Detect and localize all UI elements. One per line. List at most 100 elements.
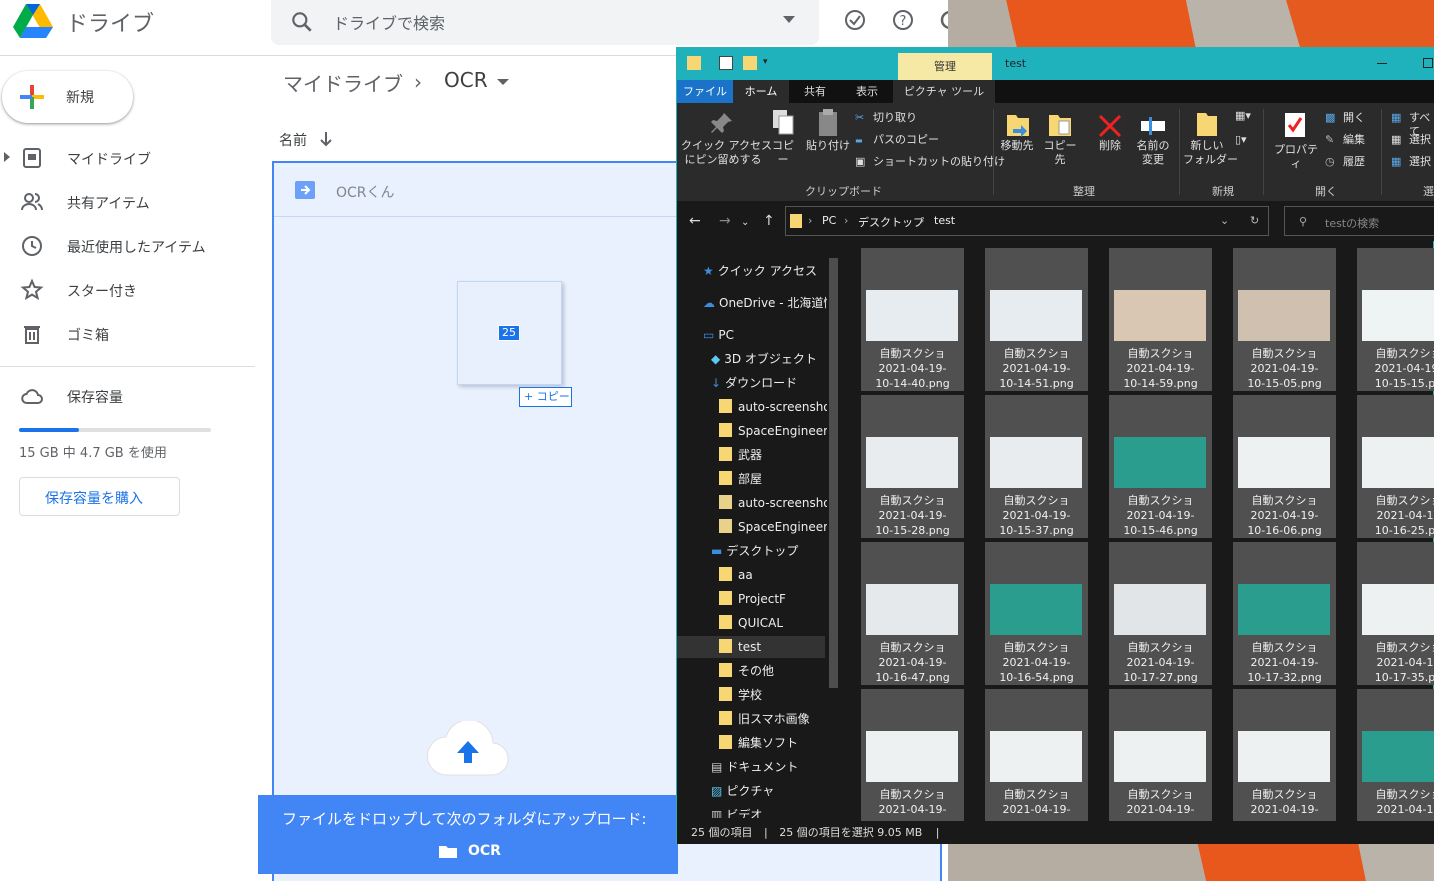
tree-item-documents[interactable]: ▤ ドキュメント (711, 756, 798, 778)
tree-item-selected-folder[interactable]: test (677, 636, 825, 658)
search-input[interactable]: ドライブで検索 (333, 10, 445, 34)
file-thumbnail-tile[interactable]: 自動スクショ 2021-04-19- 10-16-06.png (1233, 395, 1336, 538)
new-item-icon[interactable]: ▦▾ (1235, 109, 1251, 123)
tab-share[interactable]: 共有 (789, 80, 841, 103)
edit-button[interactable]: 編集 (1343, 133, 1365, 147)
path-segment-pc[interactable]: PC (822, 214, 836, 227)
up-arrow-icon[interactable]: ↑ (763, 213, 775, 229)
search-options-icon[interactable] (783, 16, 795, 23)
search-icon[interactable] (289, 9, 315, 35)
tab-view[interactable]: 表示 (841, 80, 893, 103)
help-icon[interactable]: ? (891, 8, 915, 32)
expand-caret-icon[interactable] (4, 152, 10, 162)
easy-access-icon[interactable]: ▯▾ (1235, 133, 1247, 147)
tree-item-folder[interactable]: 編集ソフト (719, 732, 798, 754)
tree-item-pictures[interactable]: ▨ ピクチャ (711, 780, 774, 802)
tree-item-onedrive[interactable]: ☁ OneDrive - 北海道情 (703, 292, 835, 314)
tree-item-zip[interactable]: SpaceEngineersT (719, 516, 841, 538)
tree-item-folder[interactable]: その他 (719, 660, 774, 682)
folder-menu-dropdown-icon[interactable] (497, 79, 509, 85)
history-button[interactable]: 履歴 (1343, 155, 1365, 169)
sort-arrow-down-icon[interactable] (318, 130, 334, 148)
tree-item-folder[interactable]: QUICAL (719, 612, 783, 634)
file-thumbnail-tile[interactable]: 自動スクショ 2021-04-19- 10-14-40.png (861, 248, 964, 391)
breadcrumb-my-drive[interactable]: マイドライブ (283, 68, 403, 97)
nav-shared[interactable]: 共有アイテム (0, 182, 255, 222)
tree-item-folder[interactable]: 武器 (719, 444, 762, 466)
file-thumbnail-tile[interactable]: 自動スクショ 2021-04-19- 10-15-15.pn (1357, 248, 1434, 391)
move-to-button[interactable]: 移動先 (997, 139, 1037, 153)
cut-button[interactable]: 切り取り (873, 111, 917, 125)
copy-button[interactable]: コピー (767, 139, 799, 167)
refresh-icon[interactable]: ↻ (1250, 214, 1259, 227)
file-thumbnail-tile[interactable]: 自動スクショ 2021-04-19- (861, 689, 964, 821)
quick-access-dropdown-icon[interactable]: ▾ (763, 57, 771, 71)
rename-button[interactable]: 名前の 変更 (1131, 139, 1175, 167)
file-thumbnail-tile[interactable]: 自動スクショ 2021-04-19- 10-17-27.png (1109, 542, 1212, 685)
tab-picture-tools[interactable]: ピクチャ ツール (893, 80, 995, 103)
breadcrumb-current-folder[interactable]: OCR (444, 68, 488, 92)
tree-item-3d-objects[interactable]: ◆ 3D オブジェクト (711, 348, 817, 370)
buy-storage-button[interactable]: 保存容量を購入 (19, 477, 180, 516)
back-arrow-icon[interactable]: ← (689, 213, 701, 229)
new-folder-button[interactable]: 新しい フォルダー (1183, 139, 1238, 167)
tab-manage[interactable]: 管理 (898, 53, 992, 80)
properties-button[interactable]: プロパティ (1273, 143, 1319, 171)
open-button[interactable]: 開く (1343, 111, 1365, 125)
file-thumbnail-tile[interactable]: 自動スクショ 2021-04-19 10-17-35.pn (1357, 542, 1434, 685)
tab-home[interactable]: ホーム (733, 80, 789, 103)
file-thumbnail-tile[interactable]: 自動スクショ 2021-04-19- (1109, 689, 1212, 821)
tree-item-folder[interactable]: SpaceEngineersT (719, 420, 841, 442)
file-thumbnail-tile[interactable]: 自動スクショ 2021-04-19 10-16-25.pn (1357, 395, 1434, 538)
tree-item-folder[interactable]: 部屋 (719, 468, 762, 490)
drive-logo-icon[interactable] (12, 2, 54, 40)
file-thumbnail-tile[interactable]: 自動スクショ 2021-04-19- 10-14-59.png (1109, 248, 1212, 391)
tab-file[interactable]: ファイル (677, 80, 733, 103)
file-thumbnail-tile[interactable]: 自動スクショ 2021-04-19- 10-15-28.png (861, 395, 964, 538)
minimize-button[interactable] (1377, 63, 1387, 64)
nav-recent[interactable]: 最近使用したアイテム (0, 226, 255, 266)
tree-item-quick-access[interactable]: ★ クイック アクセス (703, 260, 817, 282)
file-thumbnail-tile[interactable]: 自動スクショ 2021-04-19- 10-16-47.png (861, 542, 964, 685)
file-thumbnail-tile[interactable]: 自動スクショ 2021-04-19- 10-16-54.png (985, 542, 1088, 685)
tree-item-folder[interactable]: aa (719, 564, 753, 586)
column-header-name[interactable]: 名前 (279, 130, 307, 150)
tree-item-folder[interactable]: 学校 (719, 684, 762, 706)
file-thumbnail-tile[interactable]: 自動スクショ 2021-04-19- 10-15-46.png (1109, 395, 1212, 538)
paste-shortcut-button[interactable]: ショートカットの貼り付け (873, 155, 1005, 169)
search-bar[interactable]: ドライブで検索 (271, 0, 819, 45)
forward-arrow-icon[interactable]: → (719, 213, 731, 229)
tree-item-folder[interactable]: auto-screenshot (719, 396, 835, 418)
copy-to-button[interactable]: コピー先 (1039, 139, 1081, 167)
path-segment-desktop[interactable]: デスクトップ (858, 214, 924, 230)
tree-item-videos[interactable]: ▥ ビデオ (711, 804, 762, 818)
explorer-titlebar[interactable]: ▾ 管理 test (677, 48, 1434, 80)
copy-path-button[interactable]: パスのコピー (873, 133, 939, 147)
file-thumbnail-tile[interactable]: 自動スクショ 2021-04-19- (1233, 689, 1336, 821)
maximize-button[interactable] (1423, 58, 1433, 68)
explorer-search-input[interactable]: ⚲ testの検索 (1284, 206, 1434, 236)
nav-starred[interactable]: スター付き (0, 270, 255, 310)
file-thumbnail-tile[interactable]: 自動スクショ 2021-04-19- 10-15-37.png (985, 395, 1088, 538)
new-folder-quick-icon[interactable] (743, 56, 757, 70)
tree-item-downloads[interactable]: ↓ ダウンロード (711, 372, 797, 394)
tree-item-folder[interactable]: ProjectF (719, 588, 786, 610)
paste-button[interactable]: 貼り付け (805, 139, 851, 153)
offline-check-icon[interactable] (843, 8, 867, 32)
file-thumbnail-tile[interactable]: 自動スクショ 2021-04-19- 10-14-51.png (985, 248, 1088, 391)
file-thumbnail-tile[interactable]: 自動スクショ 2021-04-19- 10-17-32.png (1233, 542, 1336, 685)
address-dropdown-icon[interactable]: ⌄ (1220, 214, 1229, 227)
nav-my-drive[interactable]: マイドライブ (0, 138, 255, 178)
delete-button[interactable]: 削除 (1091, 139, 1129, 153)
file-thumbnail-tile[interactable]: 自動スクショ 2021-04-19 (1357, 689, 1434, 821)
tree-item-folder[interactable]: 旧スマホ画像 (719, 708, 810, 730)
tree-item-pc[interactable]: ▭ PC (703, 324, 734, 346)
file-thumbnail-tile[interactable]: 自動スクショ 2021-04-19- 10-15-05.png (1233, 248, 1336, 391)
settings-icon[interactable] (938, 8, 948, 32)
recent-locations-icon[interactable]: ⌄ (741, 217, 749, 228)
select-none-button[interactable]: 選択 (1409, 133, 1431, 147)
path-segment-test[interactable]: test (934, 214, 955, 227)
new-button[interactable]: 新規 (2, 71, 133, 123)
tree-item-zip[interactable]: auto-screenshot (719, 492, 835, 514)
address-bar[interactable]: › PC › デスクトップ › test ⌄ ↻ (785, 206, 1269, 236)
